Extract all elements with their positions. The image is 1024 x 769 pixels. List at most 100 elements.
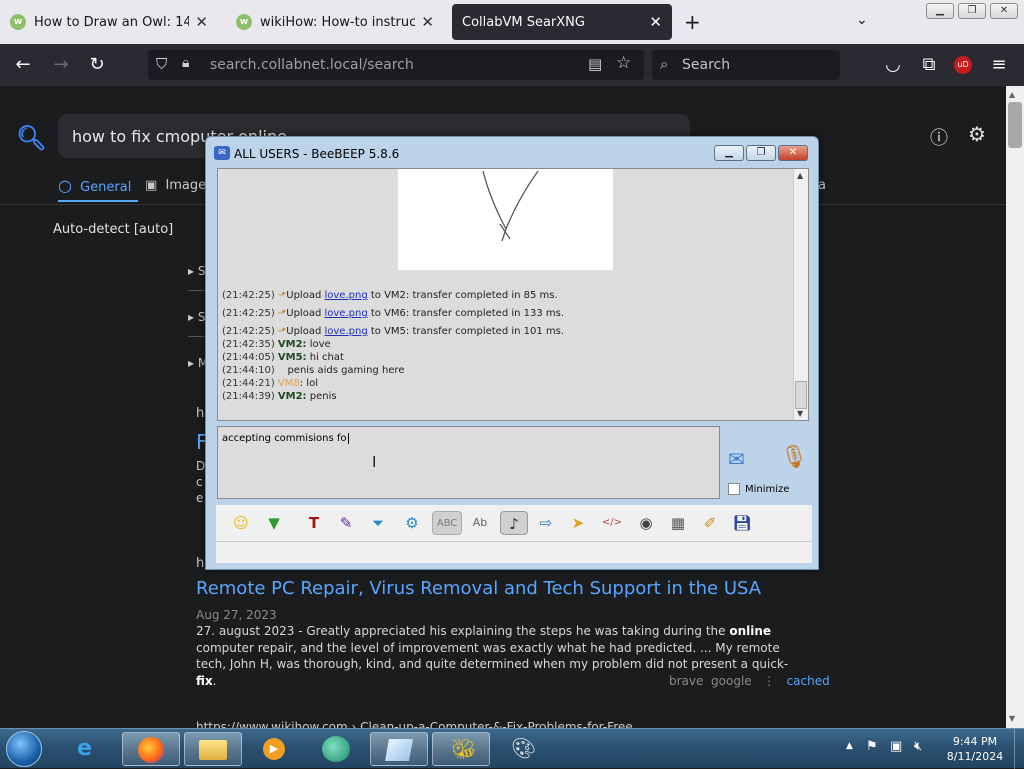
- minimize-checkbox[interactable]: [728, 483, 740, 495]
- save-icon[interactable]: 💾︎: [730, 511, 754, 535]
- hamburger-menu-icon[interactable]: ≡: [988, 54, 1010, 76]
- reload-icon[interactable]: ↻: [86, 54, 108, 76]
- spellcheck-icon[interactable]: ABC: [432, 511, 462, 535]
- edit-icon[interactable]: ✐: [698, 511, 722, 535]
- minimize-window-button[interactable]: ▁: [926, 3, 954, 19]
- start-button[interactable]: [6, 731, 42, 767]
- send-file-icon[interactable]: ⇨: [534, 511, 558, 535]
- file-link[interactable]: love.png: [324, 308, 367, 319]
- message-user[interactable]: VM2:: [278, 391, 307, 402]
- file-link[interactable]: love.png: [324, 326, 367, 337]
- info-icon[interactable]: ⓘ: [930, 124, 948, 150]
- emoticon-icon[interactable]: ☺: [229, 511, 253, 535]
- action-center-flag-icon[interactable]: ⚑: [866, 739, 878, 754]
- scroll-down-icon[interactable]: ▼: [797, 409, 803, 418]
- font-icon[interactable]: T: [302, 511, 326, 535]
- url-bar[interactable]: ⛉ 🔒︎ search.collabnet.local/search ▤ ☆: [148, 50, 644, 80]
- page-scrollbar[interactable]: ▲ ▼: [1006, 86, 1024, 728]
- notepad-taskbar-button[interactable]: [370, 732, 428, 766]
- pocket-icon[interactable]: ◡: [882, 54, 904, 76]
- minimize-window-button[interactable]: ▁: [714, 145, 744, 161]
- beebeep-window[interactable]: ✉ ALL USERS - BeeBEEP 5.8.6 ▁ ❐ ✕ (21:42…: [205, 136, 819, 570]
- close-tab-icon[interactable]: ✕: [649, 13, 662, 31]
- settings-gear-icon[interactable]: ⚙: [400, 511, 424, 535]
- tab-searxng[interactable]: CollabVM SearXNG ✕: [452, 4, 672, 40]
- send-message-icon[interactable]: ✉: [728, 447, 760, 473]
- send-folder-icon[interactable]: ➤: [566, 511, 590, 535]
- show-hidden-icons-icon[interactable]: ▲: [846, 741, 853, 751]
- explorer-taskbar-button[interactable]: [184, 732, 242, 766]
- firefox-taskbar-button[interactable]: [122, 732, 180, 766]
- filter-icon[interactable]: ⏷: [366, 511, 390, 535]
- tab-partial[interactable]: a: [818, 178, 826, 193]
- message-input[interactable]: accepting commisions fo: [217, 426, 720, 499]
- search-input[interactable]: ⌕ Search: [652, 50, 840, 80]
- chat-history[interactable]: (21:42:25) ⬏Upload love.png to VM2: tran…: [217, 168, 809, 421]
- message-user[interactable]: VM5:: [278, 352, 307, 363]
- scrollbar-thumb[interactable]: [1008, 102, 1022, 148]
- file-link[interactable]: love.png: [324, 290, 367, 301]
- internet-explorer-icon[interactable]: e: [60, 732, 118, 766]
- language-selector[interactable]: Auto-detect [auto]: [53, 222, 173, 237]
- snippet-text: computer repair, and the level of improv…: [196, 640, 789, 672]
- message-user[interactable]: VM8: [278, 378, 300, 389]
- collabvm-icon[interactable]: [308, 732, 366, 766]
- cached-link[interactable]: cached: [787, 674, 830, 688]
- clock[interactable]: 9:44 PM 8/11/2024: [940, 734, 1010, 764]
- media-player-icon[interactable]: ▶: [246, 732, 304, 766]
- bookmark-star-icon[interactable]: ☆: [616, 53, 631, 73]
- message-user[interactable]: VM2:: [278, 339, 307, 350]
- result-title[interactable]: Remote PC Repair, Virus Removal and Tech…: [196, 578, 761, 599]
- search-placeholder: Search: [682, 57, 731, 73]
- tab-images[interactable]: ▣ Images: [145, 178, 213, 193]
- searxng-logo-icon[interactable]: 🔍︎: [16, 124, 46, 152]
- url-text[interactable]: search.collabnet.local/search: [210, 57, 414, 73]
- new-tab-icon[interactable]: +: [684, 10, 701, 34]
- close-tab-icon[interactable]: ✕: [195, 13, 208, 31]
- scroll-up-icon[interactable]: ▲: [797, 171, 803, 180]
- tab-wikihow[interactable]: w wikiHow: How-to instructions you can t…: [226, 4, 444, 40]
- close-window-button[interactable]: ✕: [990, 3, 1018, 19]
- ublock-badge[interactable]: uD: [954, 56, 972, 74]
- message-timestamp: (21:44:21): [222, 378, 275, 389]
- back-arrow-icon[interactable]: ←: [12, 54, 34, 76]
- buzz-icon[interactable]: ▼: [262, 511, 286, 535]
- filter-item[interactable]: ▸ S: [188, 264, 205, 278]
- chat-scrollbar[interactable]: ▲ ▼: [793, 169, 808, 420]
- lock-icon[interactable]: 🔒︎: [182, 55, 189, 71]
- screenshot-icon[interactable]: ◉: [634, 511, 658, 535]
- result-url[interactable]: h: [196, 406, 204, 421]
- autocomplete-icon[interactable]: Ab: [468, 511, 492, 535]
- preferences-gear-icon[interactable]: ⚙: [968, 122, 986, 146]
- shield-icon[interactable]: ⛉: [156, 55, 167, 73]
- reader-view-icon[interactable]: ▤: [588, 55, 602, 73]
- message-input-text[interactable]: accepting commisions fo: [222, 433, 347, 444]
- list-tabs-chevron-icon[interactable]: ⌄: [856, 12, 868, 28]
- tab-strip: w How to Draw an Owl: 14 Steps (with Pic…: [0, 0, 1024, 44]
- extensions-icon[interactable]: ⧉: [918, 54, 940, 76]
- forward-arrow-icon[interactable]: →: [50, 54, 72, 76]
- maximize-window-button[interactable]: ❐: [746, 145, 776, 161]
- restore-window-button[interactable]: ❐: [958, 3, 986, 19]
- tab-owl[interactable]: w How to Draw an Owl: 14 Steps (with Pic…: [0, 4, 218, 40]
- tab-general[interactable]: ○ General: [58, 176, 131, 195]
- filter-item[interactable]: ▸ S: [188, 310, 205, 324]
- close-window-button[interactable]: ✕: [778, 145, 808, 161]
- network-icon[interactable]: ▣: [890, 739, 902, 754]
- volume-muted-icon[interactable]: 🔇︎: [914, 739, 922, 754]
- clear-icon[interactable]: ▦: [666, 511, 690, 535]
- result-url[interactable]: https://www.wikihow.com › Clean-up-a-Com…: [196, 720, 633, 728]
- scroll-up-icon[interactable]: ▲: [1009, 90, 1015, 99]
- scroll-down-icon[interactable]: ▼: [1009, 714, 1015, 723]
- show-desktop-button[interactable]: [1014, 729, 1024, 769]
- font-color-icon[interactable]: ✎: [334, 511, 358, 535]
- file-icon[interactable]: ♪: [500, 511, 528, 535]
- result-snippet: D c e: [196, 458, 205, 506]
- scrollbar-thumb[interactable]: [795, 381, 807, 409]
- beebeep-taskbar-button[interactable]: 🐝︎: [432, 732, 490, 766]
- paint-icon[interactable]: 🎨︎: [494, 732, 552, 766]
- result-url[interactable]: h: [196, 556, 204, 571]
- microphone-icon[interactable]: 🎙︎: [780, 445, 808, 470]
- code-icon[interactable]: </>: [600, 511, 624, 535]
- close-tab-icon[interactable]: ✕: [421, 13, 434, 31]
